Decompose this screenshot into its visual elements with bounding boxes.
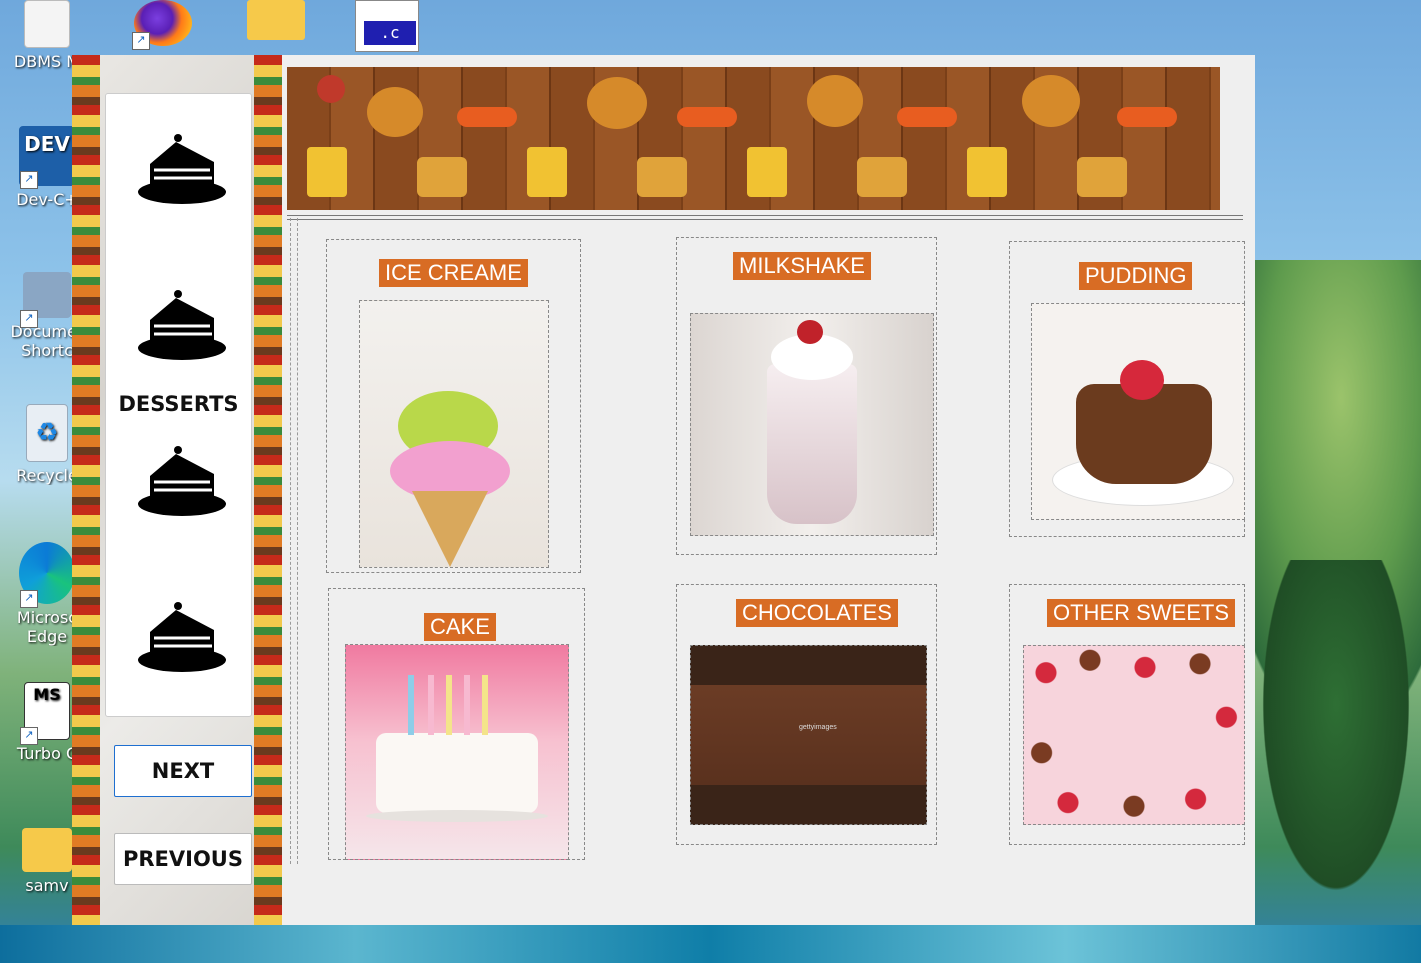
menu-card-other-sweets[interactable]: OTHER SWEETS	[1009, 584, 1245, 845]
chocolates-image: gettyimages	[690, 645, 927, 825]
recycle-bin-icon: ♻	[26, 404, 68, 462]
shortcut-arrow-icon: ↗	[20, 590, 38, 608]
menu-card-chocolates[interactable]: CHOCOLATES gettyimages	[676, 584, 937, 845]
document-icon	[24, 0, 70, 48]
ice-cream-image	[359, 300, 549, 568]
menu-card-label: CAKE	[424, 613, 496, 641]
menu-card-label: ICE CREAME	[379, 259, 528, 287]
c-file-icon[interactable]: .c	[355, 0, 419, 52]
menu-card-cake[interactable]: CAKE	[328, 588, 585, 860]
menu-card-milkshake[interactable]: MILKSHAKE	[676, 237, 937, 555]
shortcut-arrow-icon: ↗	[132, 32, 150, 50]
category-title: DESSERTS	[118, 392, 239, 416]
category-panel: DESSERTS	[105, 93, 252, 717]
next-button[interactable]: NEXT	[114, 745, 252, 797]
menu-card-pudding[interactable]: PUDDING	[1009, 241, 1245, 537]
food-banner-image	[287, 67, 1220, 210]
c-file-ext: .c	[364, 21, 416, 45]
shortcut-arrow-icon: ↗	[20, 727, 38, 745]
shortcut-arrow-icon: ↗	[20, 171, 38, 189]
cake-slice-icon	[138, 134, 226, 204]
previous-button[interactable]: PREVIOUS	[114, 833, 252, 885]
turbo-badge: MS	[33, 685, 61, 704]
menu-card-label: OTHER SWEETS	[1047, 599, 1236, 627]
menu-card-ice-cream[interactable]: ICE CREAME	[326, 239, 581, 573]
other-sweets-image	[1023, 645, 1245, 825]
desktop-foliage-scenery	[1251, 560, 1421, 920]
cake-image	[345, 644, 569, 860]
shortcut-arrow-icon: ↗	[20, 310, 38, 328]
content-divider	[287, 215, 1243, 220]
content-left-rule	[290, 218, 298, 864]
app-window: DESSERTS NEXT PREVIOUS ICE CREAME MILKSH…	[72, 55, 1255, 925]
menu-card-label: MILKSHAKE	[733, 252, 871, 280]
stock-watermark: gettyimages	[799, 724, 837, 731]
menu-card-label: PUDDING	[1079, 262, 1193, 290]
cake-slice-icon	[138, 602, 226, 672]
desktop-water-scenery	[0, 925, 1421, 963]
food-border-right	[254, 55, 282, 925]
folder-icon[interactable]	[247, 0, 305, 40]
pudding-image	[1031, 303, 1245, 520]
folder-icon	[22, 828, 72, 872]
cake-slice-icon	[138, 446, 226, 516]
cake-slice-icon	[138, 290, 226, 360]
menu-card-label: CHOCOLATES	[736, 599, 898, 627]
milkshake-image	[690, 313, 934, 536]
food-border-left	[72, 55, 100, 925]
